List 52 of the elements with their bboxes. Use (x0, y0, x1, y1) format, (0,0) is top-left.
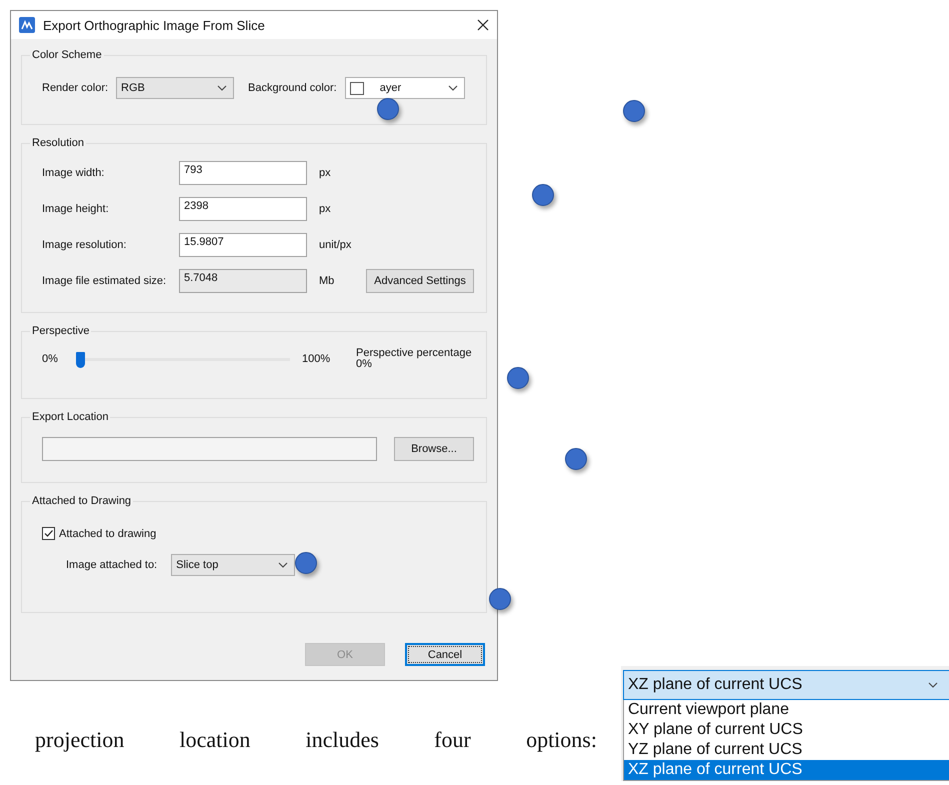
callout-dot (623, 100, 645, 122)
reading-label: Perspective percentage (356, 347, 472, 359)
chevron-down-icon (278, 562, 288, 568)
dropdown-option[interactable]: XZ plane of current UCS (624, 760, 949, 780)
chevron-down-icon (217, 85, 228, 91)
render-color-dropdown[interactable]: RGB (116, 77, 234, 99)
advanced-settings-button[interactable]: Advanced Settings (366, 269, 474, 293)
app-icon (19, 17, 35, 33)
field-label: Image width: (42, 167, 106, 179)
unit-label: px (319, 203, 332, 215)
callout-dot (565, 448, 587, 470)
slider-thumb[interactable] (76, 352, 85, 368)
callout-dot (489, 588, 511, 610)
callout-dot (532, 184, 554, 206)
browse-button[interactable]: Browse... (394, 437, 474, 461)
group-title: Resolution (31, 137, 85, 149)
background-color-dropdown[interactable]: ayer (344, 77, 465, 99)
number-field[interactable]: 15.9807 (179, 233, 307, 257)
field-label: Image height: (42, 203, 110, 215)
perspective-reading: 0% (356, 359, 372, 369)
number-field[interactable]: 2398 (179, 197, 307, 221)
close-icon[interactable] (477, 19, 489, 31)
chevron-down-icon (928, 682, 938, 688)
checkbox[interactable] (42, 527, 55, 540)
path-field[interactable] (42, 437, 377, 461)
dropdown-option[interactable]: XY plane of current UCS (624, 720, 949, 740)
body-text: projection location includes four options: (35, 727, 597, 753)
slider-max-label: 100% (302, 352, 332, 365)
field-label: Image file estimated size: (42, 275, 168, 287)
attach-target-dropdown[interactable]: Slice top (171, 554, 296, 576)
unit-label: unit/px (319, 239, 352, 251)
number-field[interactable]: 5.7048 (179, 269, 307, 293)
unit-label: Mb (319, 275, 336, 287)
dropdown-option[interactable]: Current viewport plane (624, 700, 949, 720)
window-title: Export Orthographic Image From Slice (43, 18, 266, 32)
number-field[interactable]: 793 (179, 161, 307, 185)
field-label: Image resolution: (42, 239, 128, 251)
unit-label: px (319, 167, 332, 179)
group-title: Color Scheme (31, 49, 103, 61)
chevron-down-icon (448, 85, 458, 91)
group-title: Export Location (31, 411, 110, 423)
dropdown-option[interactable]: YZ plane of current UCS (624, 740, 949, 760)
group-title: Attached to Drawing (31, 495, 132, 507)
field-label: Image attached to: (66, 559, 158, 571)
field-label: Render color: (42, 82, 108, 94)
field-label: Background color: (248, 82, 337, 94)
slider-min-label: 0% (42, 352, 59, 365)
group-title: Perspective (31, 325, 90, 337)
projection-dropdown[interactable]: XZ plane of current UCS (623, 670, 949, 700)
checkbox-label[interactable]: Attached to drawing (59, 528, 156, 540)
dialog-button[interactable]: Cancel (405, 643, 485, 666)
callout-dot (507, 367, 529, 389)
